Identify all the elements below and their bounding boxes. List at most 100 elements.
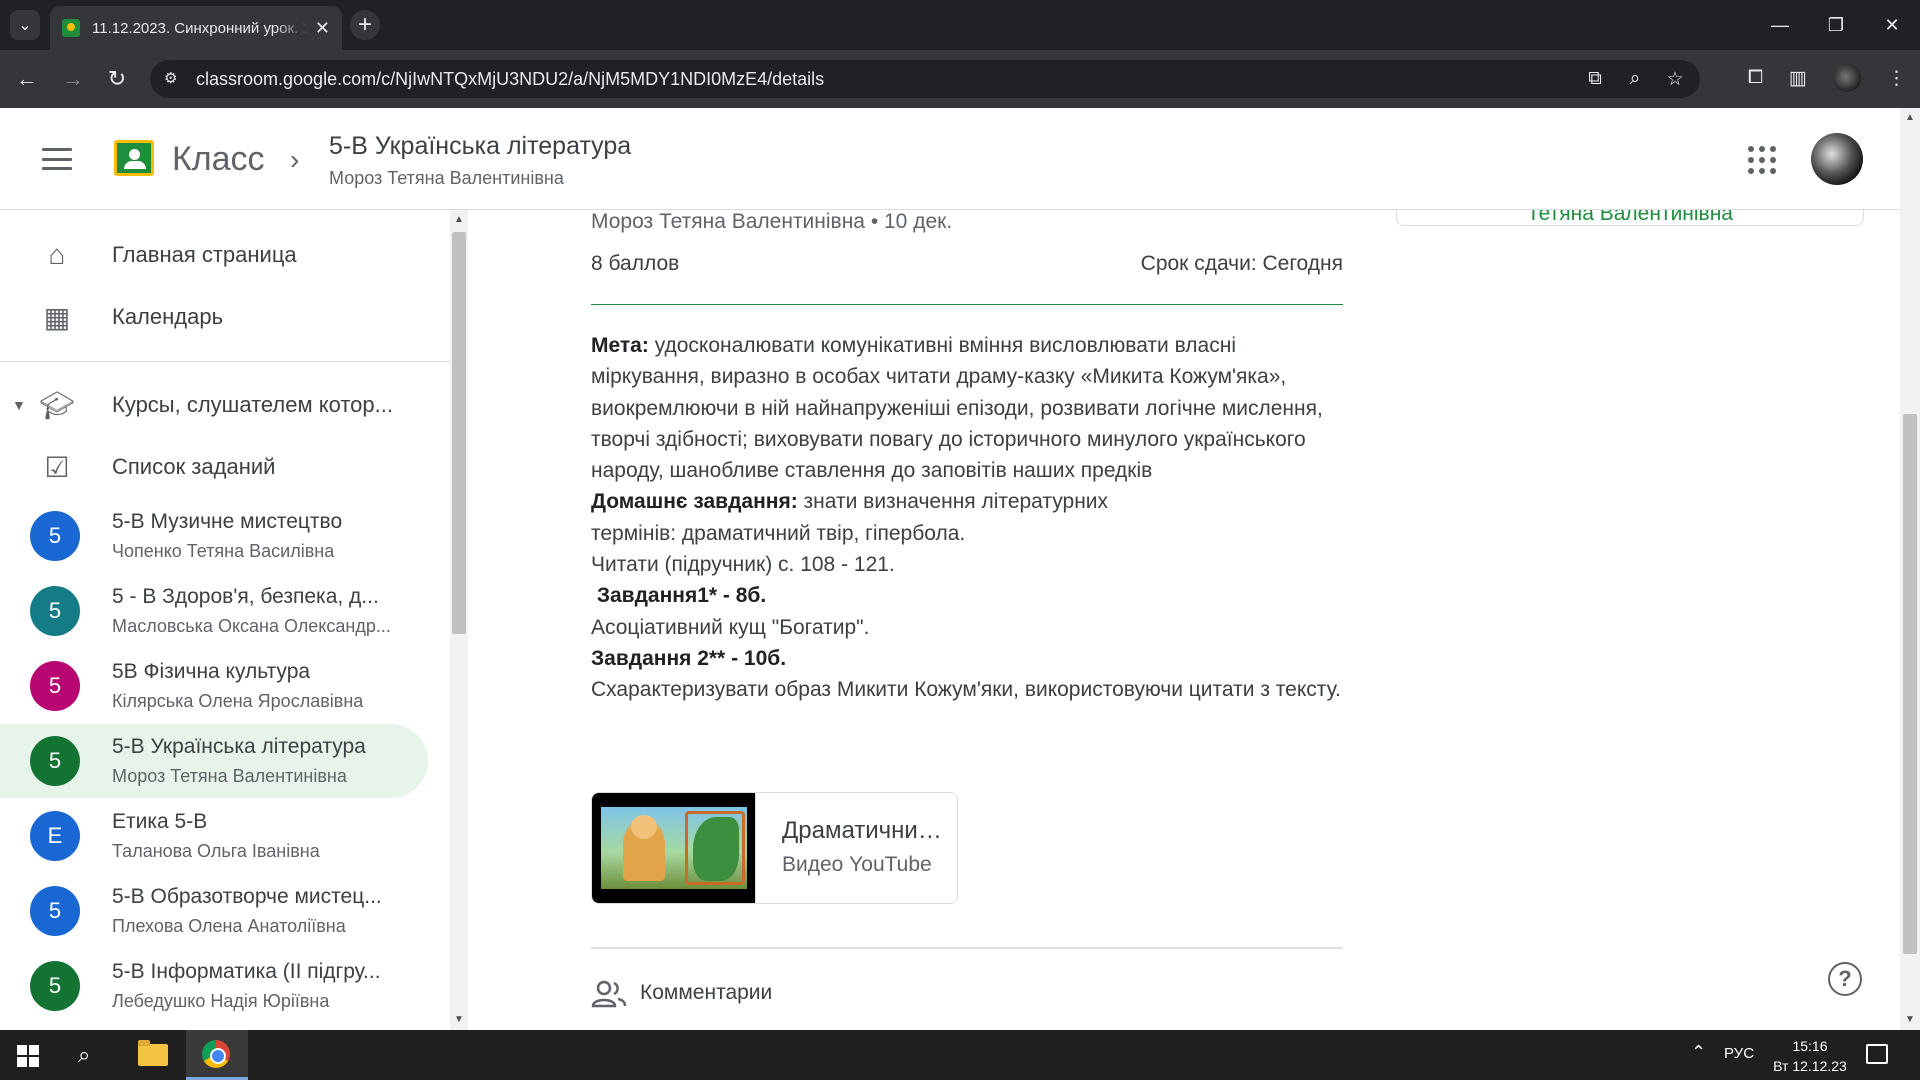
site-info-icon[interactable]: ⚙ — [164, 69, 184, 89]
sidebar-scroll-thumb[interactable] — [452, 232, 466, 634]
sidebar-course-item[interactable]: 5 5-В Образотворче мистец... Плехова Оле… — [0, 874, 428, 948]
chrome-profile-avatar[interactable] — [1833, 64, 1861, 92]
sidebar-course-item[interactable]: 5 5-В Інформатика (ІІ підгру... Лебедушк… — [0, 949, 428, 1023]
attachment-title[interactable]: Драматичний твір — [782, 817, 942, 845]
tab-search-chevron-icon[interactable]: ⌄ — [10, 10, 40, 40]
course-teacher: Мороз Тетяна Валентинівна — [329, 168, 564, 188]
sidebar-course-item-active[interactable]: 5 5-В Українська література Мороз Тетяна… — [0, 724, 428, 798]
install-app-icon[interactable]: ⧉ — [1584, 68, 1606, 91]
course-badge: 5 — [30, 961, 80, 1011]
classroom-logo-icon[interactable] — [114, 140, 154, 176]
sidebar-item-label: Календарь — [112, 304, 224, 329]
input-language[interactable]: РУС — [1724, 1045, 1754, 1062]
video-thumbnail[interactable] — [592, 793, 756, 903]
checklist-icon: ☑ — [44, 451, 70, 483]
homework-label: Домашнє завдання: — [591, 490, 798, 514]
header-divider — [591, 304, 1343, 305]
main-menu-icon[interactable] — [42, 148, 72, 170]
browser-tab-active[interactable]: 11.12.2023. Синхронний урок. Українська … — [50, 6, 342, 50]
homework-terms: термінів: драматичний твір, гіпербола. — [591, 521, 966, 545]
forward-arrow-icon[interactable]: → — [58, 64, 88, 94]
course-title[interactable]: 5-В Українська література — [329, 132, 631, 161]
taskbar-search-icon[interactable]: ⌕ — [78, 1042, 90, 1068]
goal-label: Мета: — [591, 334, 649, 357]
course-name: 5-В Інформатика (ІІ підгру... — [112, 960, 381, 983]
course-badge: 5 — [30, 661, 80, 711]
sidebar-item-label: Главная страница — [112, 242, 297, 267]
notifications-icon[interactable] — [1866, 1044, 1888, 1064]
sidebar-course-item[interactable]: Е Етика 5-В Таланова Ольга Іванівна — [0, 799, 428, 873]
attachment-type: Видео YouTube — [782, 853, 932, 876]
clock[interactable]: 15:16 Вт 12.12.23 — [1772, 1036, 1848, 1076]
course-teacher-name: Лебедушко Надія Юріївна — [112, 991, 330, 1011]
windows-start-icon[interactable] — [17, 1045, 39, 1067]
sidebar-item-label: Курсы, слушателем котор... — [112, 392, 393, 417]
page-scroll-up-arrow-icon[interactable]: ▲ — [1905, 112, 1915, 123]
app-name[interactable]: Класс — [172, 140, 265, 179]
new-tab-plus-icon[interactable]: + — [350, 10, 380, 40]
due-date: Срок сдачи: Сегодня — [1140, 252, 1343, 275]
tray-chevron-up-icon[interactable]: ⌃ — [1691, 1042, 1706, 1063]
sidebar-item-todo[interactable]: ☑ Список заданий — [0, 437, 430, 497]
extensions-puzzle-icon[interactable]: ⧠ — [1748, 67, 1763, 89]
sidebar-divider — [0, 361, 450, 362]
address-bar[interactable]: ⚙ classroom.google.com/c/NjIwNTQxMjU3NDU… — [150, 60, 1700, 98]
sidebar-scrollbar[interactable]: ▲ ▼ — [450, 210, 468, 1030]
google-apps-grid-icon[interactable] — [1748, 146, 1776, 174]
sidebar-item-calendar[interactable]: ▦ Календарь — [0, 287, 430, 347]
comments-label: Комментарии — [640, 981, 773, 1004]
chrome-menu-icon[interactable]: ⋮ — [1887, 67, 1906, 90]
omnibox-actions: ⧉ ⌕ ☆ — [1584, 68, 1686, 91]
file-explorer-icon[interactable] — [138, 1040, 168, 1066]
homework-text: знати визначення літературних — [797, 490, 1109, 514]
graduation-cap-icon: 🎓︎ — [39, 389, 75, 421]
task1-label: Завдання1* - 8б. — [591, 584, 767, 608]
tab-close-icon[interactable]: ✕ — [315, 18, 330, 39]
course-teacher-name: Кілярська Олена Ярославівна — [112, 691, 364, 711]
right-card-text[interactable]: Тетяна Валентинівна — [1400, 210, 1860, 226]
side-panel-icon[interactable]: ▥ — [1789, 67, 1807, 90]
sidebar-item-label: Список заданий — [112, 454, 276, 479]
scroll-up-arrow-icon[interactable]: ▲ — [454, 214, 464, 225]
chrome-icon — [202, 1040, 230, 1068]
task2-text: Схарактеризувати образ Микити Кожум'яки,… — [591, 678, 1341, 702]
sidebar-course-item[interactable]: 5 5-В Музичне мистецтво Чопенко Тетяна В… — [0, 499, 428, 573]
url-text[interactable]: classroom.google.com/c/NjIwNTQxMjU3NDU2/… — [196, 69, 824, 90]
clock-time: 15:16 — [1792, 1038, 1828, 1054]
zoom-icon[interactable]: ⌕ — [1624, 68, 1646, 91]
course-name: 5-В Музичне мистецтво — [112, 510, 343, 533]
bookmark-star-icon[interactable]: ☆ — [1664, 68, 1686, 91]
course-badge: 5 — [30, 886, 80, 936]
page-scroll-down-arrow-icon[interactable]: ▼ — [1905, 1014, 1915, 1025]
course-badge: Е — [30, 811, 80, 861]
course-teacher-name: Таланова Ольга Іванівна — [112, 841, 320, 861]
sidebar-course-item[interactable]: 5 5 - В Здоров'я, безпека, д... Масловсь… — [0, 574, 428, 648]
classroom-header: Класс › 5-В Українська література Мороз … — [0, 108, 1900, 210]
page-scrollbar[interactable]: ▲ ▼ — [1900, 108, 1920, 1030]
scroll-down-arrow-icon[interactable]: ▼ — [454, 1014, 464, 1025]
taskbar-chrome-button[interactable] — [186, 1030, 248, 1080]
people-icon — [591, 980, 627, 1008]
sidebar-item-enrolled[interactable]: ▼ 🎓︎ Курсы, слушателем котор... — [0, 375, 430, 435]
help-question-icon[interactable]: ? — [1828, 962, 1862, 996]
sidebar-course-item[interactable]: 5 5В Фізична культура Кілярська Олена Яр… — [0, 649, 428, 723]
course-name: 5 - В Здоров'я, безпека, д... — [112, 585, 379, 608]
course-badge: 5 — [30, 511, 80, 561]
caret-down-icon[interactable]: ▼ — [12, 397, 26, 413]
page-scroll-thumb[interactable] — [1903, 414, 1917, 954]
post-meta: Мороз Тетяна Валентинівна • 10 дек. — [591, 210, 953, 233]
sidebar: ⌂ Главная страница ▦ Календарь ▼ 🎓︎ Курс… — [0, 210, 450, 1030]
assignment-details: Тетяна Валентинівна Мороз Тетяна Валенти… — [470, 210, 1900, 1030]
restore-icon[interactable]: ❐ — [1808, 0, 1864, 50]
calendar-icon: ▦ — [43, 301, 71, 333]
reload-icon[interactable]: ↻ — [102, 64, 132, 94]
attachment-youtube-card[interactable]: Драматичний твір Видео YouTube — [591, 792, 958, 904]
goal-text: удосконалювати комунікативні вміння висл… — [591, 334, 1323, 483]
back-arrow-icon[interactable]: ← — [12, 64, 42, 94]
close-window-icon[interactable]: ✕ — [1864, 0, 1920, 50]
minimize-icon[interactable]: — — [1752, 0, 1808, 50]
video-thumbnail-scene — [601, 807, 747, 889]
user-avatar[interactable] — [1811, 133, 1863, 185]
sidebar-item-home[interactable]: ⌂ Главная страница — [0, 225, 430, 285]
course-name: 5В Фізична культура — [112, 660, 311, 683]
